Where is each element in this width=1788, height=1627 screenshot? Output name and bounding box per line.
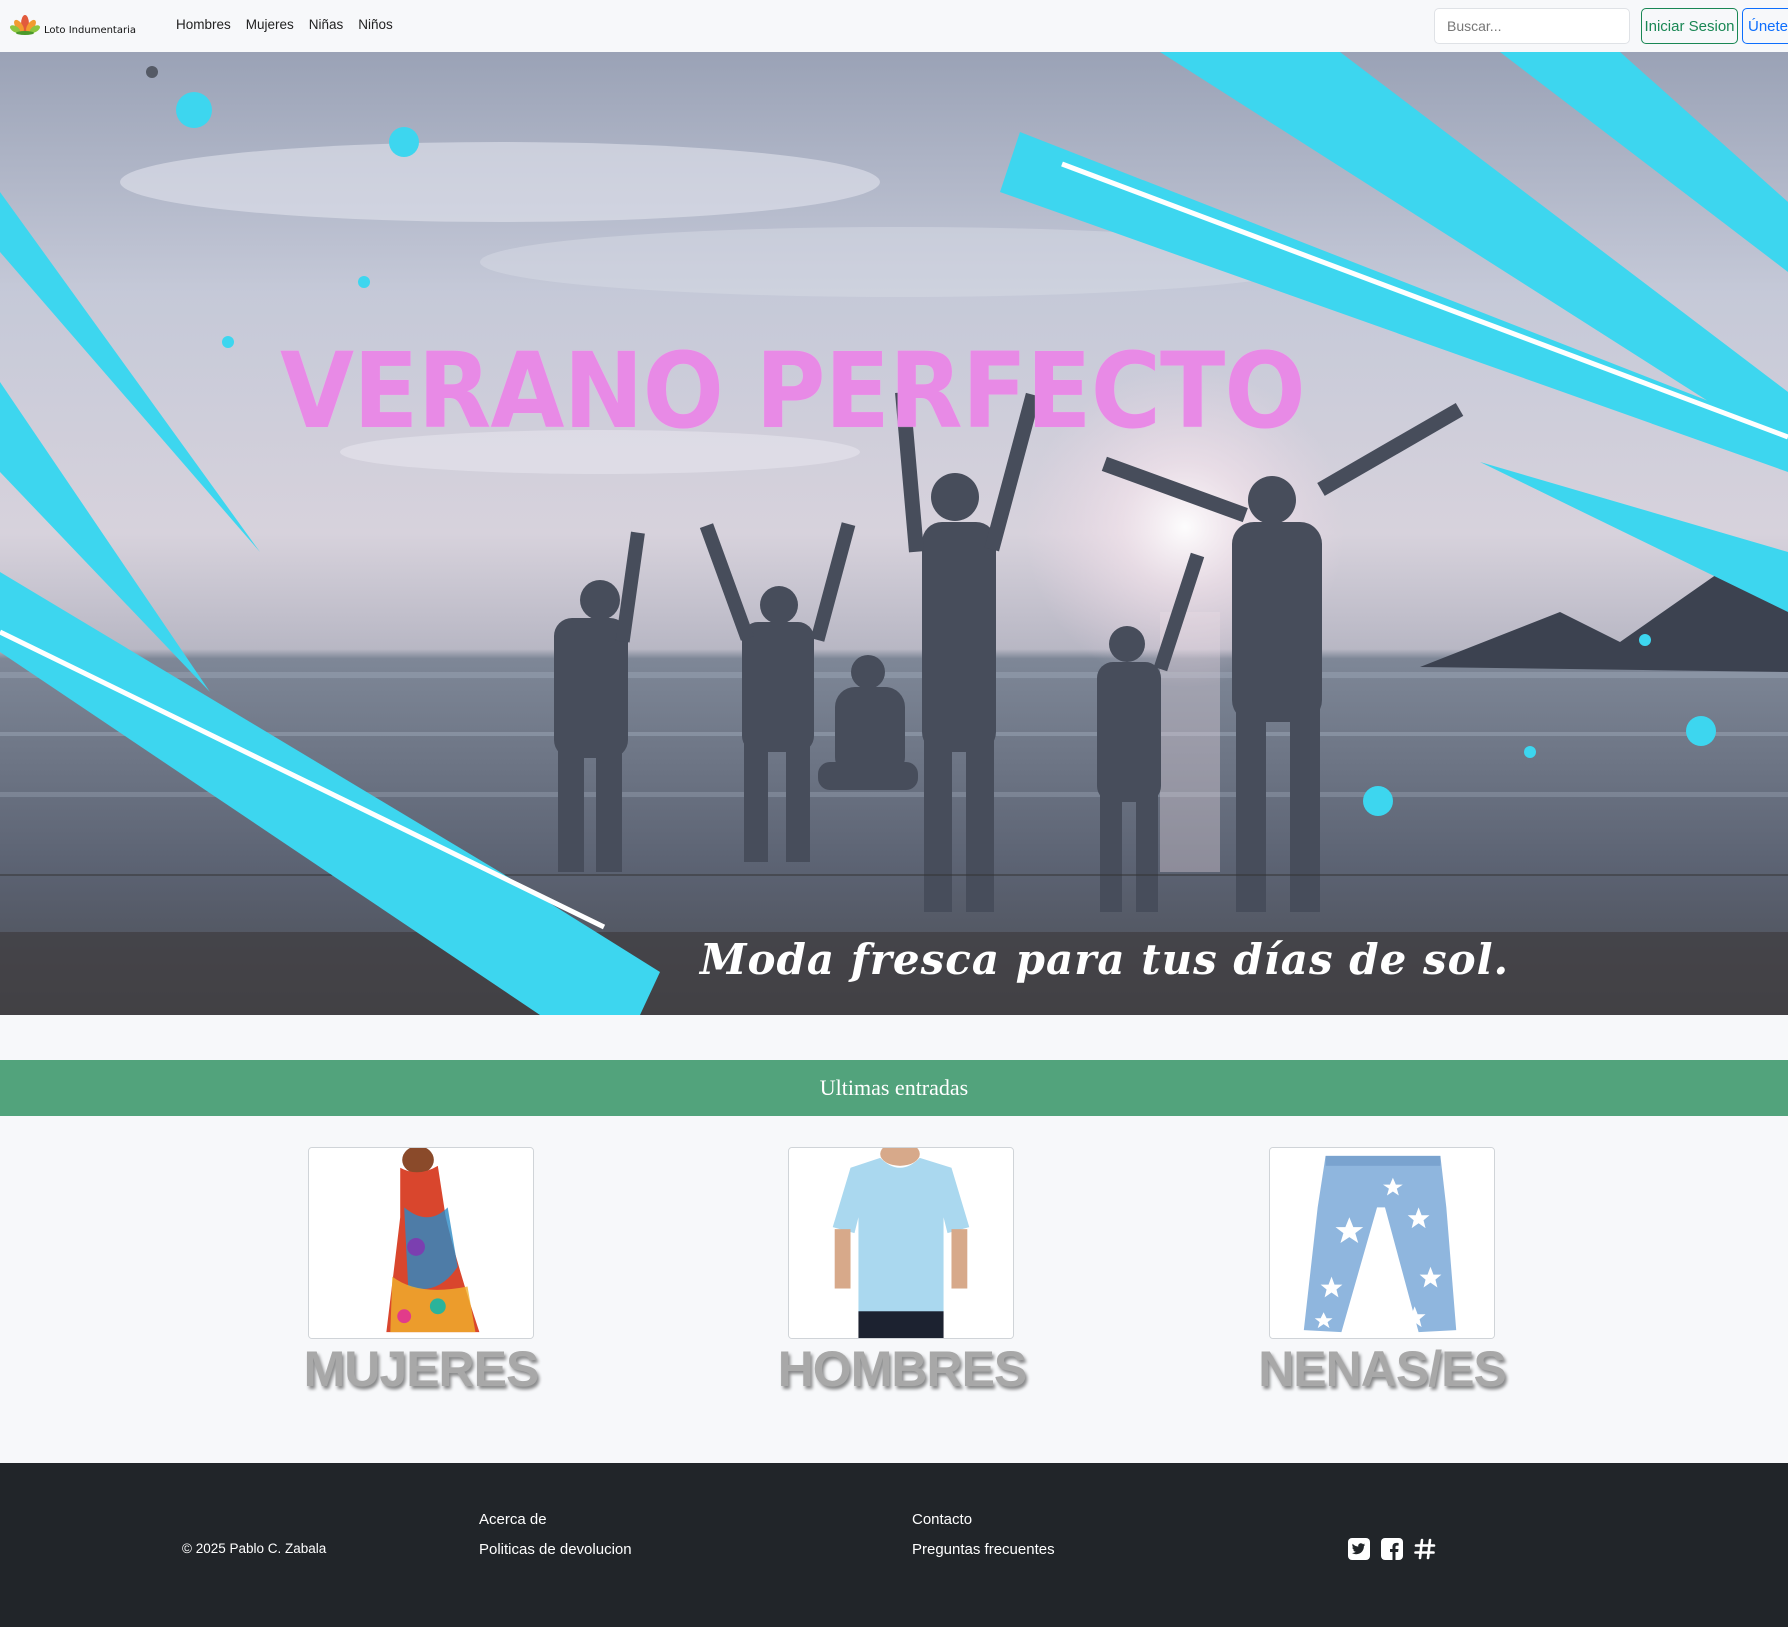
category-card-hombres[interactable] xyxy=(788,1147,1014,1339)
hero-title: VERANO PERFECTO xyxy=(280,330,1306,452)
login-button[interactable]: Iniciar Sesion xyxy=(1641,8,1738,44)
footer-link-faq[interactable]: Preguntas frecuentes xyxy=(912,1541,1055,1558)
nav-link-hombres[interactable]: Hombres xyxy=(176,17,231,32)
latest-entries-banner: Ultimas entradas xyxy=(0,1060,1788,1116)
nav-link-ninas[interactable]: Niñas xyxy=(309,17,344,32)
category-label-nenas[interactable]: NENAS/ES xyxy=(1232,1340,1532,1398)
jeans-image xyxy=(1270,1148,1494,1338)
brand-name: Loto Indumentaria xyxy=(44,25,137,36)
latest-entries-heading: Ultimas entradas xyxy=(819,1075,969,1100)
lotus-icon xyxy=(10,12,40,41)
category-card-mujeres[interactable] xyxy=(308,1147,534,1339)
main-nav: Hombres Mujeres Niñas Niños xyxy=(176,17,393,32)
search-input[interactable] xyxy=(1434,8,1630,44)
category-label-hombres[interactable]: HOMBRES xyxy=(752,1340,1052,1398)
facebook-icon[interactable] xyxy=(1381,1538,1403,1560)
footer: © 2025 Pablo C. Zabala Acerca de Politic… xyxy=(0,1463,1788,1627)
category-label-mujeres[interactable]: MUJERES xyxy=(271,1340,571,1398)
tshirt-image xyxy=(789,1148,1013,1338)
hashtag-icon[interactable] xyxy=(1414,1538,1436,1560)
join-button[interactable]: Únete xyxy=(1742,8,1788,44)
navbar: Loto Indumentaria Hombres Mujeres Niñas … xyxy=(0,0,1788,52)
social-links xyxy=(1348,1538,1436,1560)
hero-banner: VERANO PERFECTO Moda fresca para tus día… xyxy=(0,52,1788,1015)
footer-links-col1: Acerca de Politicas de devolucion xyxy=(479,1511,632,1558)
twitter-icon[interactable] xyxy=(1348,1538,1370,1560)
hero-image xyxy=(0,52,1788,1015)
footer-links-col2: Contacto Preguntas frecuentes xyxy=(912,1511,1055,1558)
brand[interactable]: Loto Indumentaria xyxy=(10,12,136,41)
copyright: © 2025 Pablo C. Zabala xyxy=(182,1541,327,1556)
footer-link-returns[interactable]: Politicas de devolucion xyxy=(479,1541,632,1558)
hero-subtitle: Moda fresca para tus días de sol. xyxy=(700,935,1510,984)
dress-image xyxy=(309,1148,533,1338)
footer-link-about[interactable]: Acerca de xyxy=(479,1511,632,1528)
category-card-nenas[interactable] xyxy=(1269,1147,1495,1339)
nav-link-mujeres[interactable]: Mujeres xyxy=(246,17,294,32)
footer-link-contact[interactable]: Contacto xyxy=(912,1511,1055,1528)
nav-link-ninos[interactable]: Niños xyxy=(358,17,393,32)
